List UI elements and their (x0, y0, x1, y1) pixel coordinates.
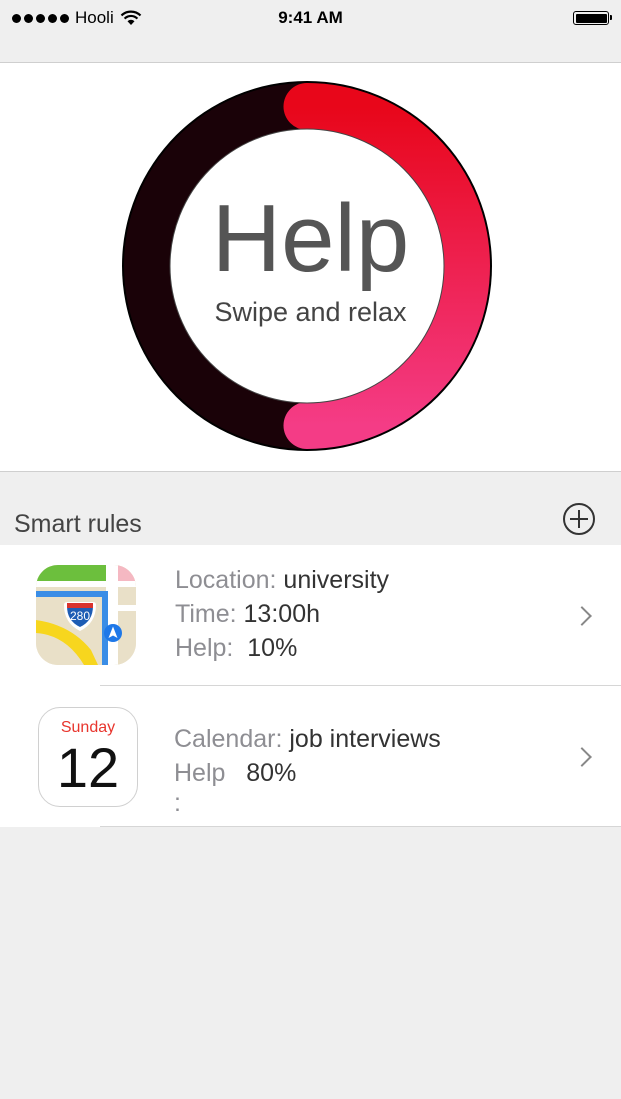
add-rule-button[interactable] (563, 503, 595, 535)
row-separator (100, 826, 621, 827)
rule-value: 10% (247, 634, 298, 662)
maps-app-icon: 280 (36, 565, 136, 665)
calendar-date: 12 (56, 736, 120, 799)
rule-label: Help: (175, 634, 234, 662)
rule-value: university (283, 566, 390, 594)
rule-label: Location: (175, 566, 277, 594)
status-bar: Hooli 9:41 AM (0, 0, 621, 36)
calendar-day: Sunday (60, 719, 116, 736)
rule-details: Location: university Time: 13:00h Help: … (175, 563, 389, 665)
rule-line: Help: 10% (175, 631, 389, 665)
ring-subtitle: Swipe and relax (214, 297, 407, 327)
rule-details: Calendar: job interviews Help 80% : (174, 722, 441, 816)
ring-title: Help (211, 185, 410, 292)
chevron-right-icon[interactable] (572, 606, 592, 626)
calendar-app-icon: Sunday 12 (38, 707, 138, 807)
rule-value: job interviews (289, 725, 441, 753)
smart-rules-list: 280 Location: university Time: 13:00h He… (0, 545, 621, 827)
rule-line: : (174, 790, 441, 816)
rule-line: Location: university (175, 563, 389, 597)
section-title: Smart rules (14, 510, 142, 538)
rule-label: Help (174, 759, 226, 787)
rule-value: 13:00h (243, 600, 320, 628)
rule-line: Help 80% (174, 756, 441, 790)
rule-line: Time: 13:00h (175, 597, 389, 631)
signal-strength-icon (12, 13, 69, 23)
carrier-name: Hooli (75, 8, 114, 27)
rule-label: Calendar: (174, 725, 283, 753)
rule-line: Calendar: job interviews (174, 722, 441, 756)
rule-row-calendar[interactable]: Sunday 12 Calendar: job interviews Help … (0, 686, 621, 827)
help-ring-panel[interactable]: Help Swipe and relax (0, 62, 621, 472)
battery-icon (573, 11, 612, 25)
rule-label: Time: (175, 600, 237, 628)
chevron-right-icon[interactable] (572, 747, 592, 767)
road-sign-number: 280 (70, 609, 90, 623)
status-left: Hooli (12, 8, 142, 28)
smart-rules-header: Smart rules (0, 500, 621, 545)
rule-label: : (174, 789, 181, 817)
rule-value: 80% (246, 759, 297, 787)
rule-row-location[interactable]: 280 Location: university Time: 13:00h He… (0, 545, 621, 686)
wifi-icon (120, 10, 142, 25)
